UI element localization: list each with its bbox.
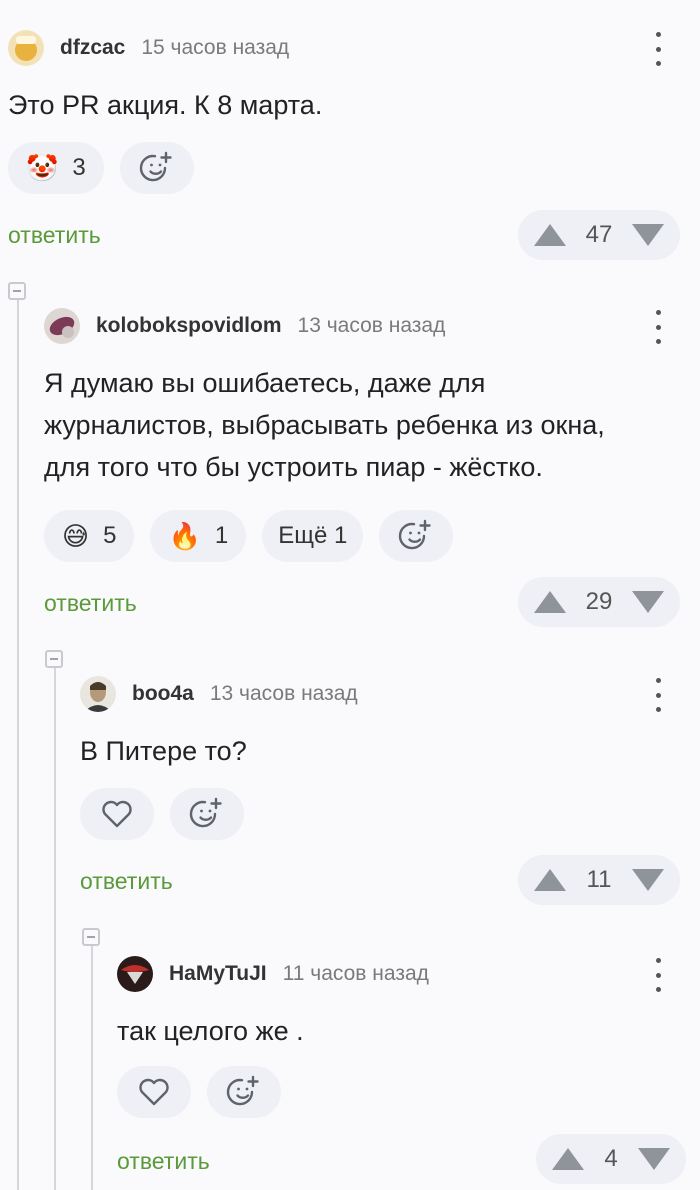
smile-plus-icon xyxy=(399,519,432,550)
comment-header: dfzcac 15 часов назад xyxy=(8,28,289,68)
comment-author[interactable]: boo4a xyxy=(132,682,194,706)
arrow-up-icon[interactable] xyxy=(534,869,566,891)
reply-link[interactable]: ответить xyxy=(80,868,173,895)
vote-widget: 29 xyxy=(518,577,680,627)
vote-widget: 11 xyxy=(518,855,680,905)
arrow-down-icon[interactable] xyxy=(631,591,664,613)
comment-time: 11 часов назад xyxy=(282,962,429,985)
more-vertical-icon[interactable] xyxy=(646,32,670,66)
arrow-up-icon[interactable] xyxy=(534,591,566,613)
add-reaction-button[interactable] xyxy=(170,788,244,840)
comment-header: boo4a 13 часов назад xyxy=(80,674,358,714)
arrow-up-icon[interactable] xyxy=(552,1148,584,1170)
avatar[interactable] xyxy=(44,308,80,344)
thread-line xyxy=(91,946,93,1190)
comment-score: 4 xyxy=(604,1145,618,1172)
reply-link[interactable]: ответить xyxy=(8,222,101,249)
avatar[interactable] xyxy=(117,956,153,992)
comment: kolobokspovidlom 13 часов назад Я думаю … xyxy=(44,306,700,636)
reactions-bar xyxy=(117,1066,297,1118)
heart-icon xyxy=(139,1078,169,1106)
arrow-up-icon[interactable] xyxy=(534,224,566,246)
more-reactions-button[interactable]: Ещё 1 xyxy=(262,510,364,562)
thread-line xyxy=(17,300,19,1190)
comment-header: kolobokspovidlom 13 часов назад xyxy=(44,306,445,346)
comment-text: Это PR акция. К 8 марта. xyxy=(8,90,323,120)
smile-plus-icon xyxy=(226,1075,259,1106)
reply-link[interactable]: ответить xyxy=(44,590,137,617)
comment-author[interactable]: HaMyTuJI xyxy=(169,962,267,986)
comment: dfzcac 15 часов назад Это PR акция. К 8 … xyxy=(8,28,700,268)
comment-time: 15 часов назад xyxy=(141,36,290,59)
more-vertical-icon[interactable] xyxy=(646,310,670,344)
collapse-thread-button[interactable] xyxy=(82,928,100,946)
vote-widget: 47 xyxy=(518,210,680,260)
more-vertical-icon[interactable] xyxy=(646,678,670,712)
thread-line xyxy=(54,668,56,1190)
avatar[interactable] xyxy=(8,30,44,66)
collapse-thread-button[interactable] xyxy=(45,650,63,668)
arrow-down-icon[interactable] xyxy=(637,1148,670,1170)
arrow-down-icon[interactable] xyxy=(631,224,664,246)
arrow-down-icon[interactable] xyxy=(631,869,664,891)
add-reaction-button[interactable] xyxy=(119,142,194,194)
comment-author[interactable]: kolobokspovidlom xyxy=(96,314,282,338)
smile-plus-icon xyxy=(189,797,222,828)
comment-time: 13 часов назад xyxy=(209,682,358,705)
smile-plus-icon xyxy=(139,151,172,182)
reaction-fire[interactable]: 🔥 1 xyxy=(150,510,247,562)
more-vertical-icon[interactable] xyxy=(646,958,670,992)
reactions-bar xyxy=(80,788,260,840)
comment-text: Я думаю вы ошибаетесь, даже для журналис… xyxy=(44,368,605,482)
collapse-thread-button[interactable] xyxy=(8,282,26,300)
avatar[interactable] xyxy=(80,676,116,712)
comment-author[interactable]: dfzcac xyxy=(60,36,125,60)
reaction-sweat-smile[interactable]: 😅 5 xyxy=(44,510,135,562)
reaction-emoji: 🤡 xyxy=(26,152,59,183)
comment-score: 29 xyxy=(585,588,613,615)
reactions-bar: 😅 5 🔥 1 Ещё 1 xyxy=(44,510,469,562)
like-button[interactable] xyxy=(117,1066,191,1118)
add-reaction-button[interactable] xyxy=(207,1066,281,1118)
reaction-emoji: 🔥 xyxy=(168,520,201,551)
comment-text: В Питере то? xyxy=(80,736,247,766)
comment-score: 47 xyxy=(585,221,613,248)
comment-text: так целого же . xyxy=(117,1016,304,1046)
vote-widget: 4 xyxy=(536,1134,686,1184)
reaction-count: 1 xyxy=(214,522,229,549)
comment-time: 13 часов назад xyxy=(297,314,446,337)
heart-icon xyxy=(102,800,132,828)
comment-score: 11 xyxy=(586,866,612,893)
reply-link[interactable]: ответить xyxy=(117,1148,210,1175)
reaction-clown[interactable]: 🤡 3 xyxy=(8,142,104,194)
reaction-count: 3 xyxy=(72,154,86,181)
add-reaction-button[interactable] xyxy=(379,510,454,562)
reaction-count: 5 xyxy=(103,522,117,549)
reaction-emoji: 😅 xyxy=(62,520,90,551)
comment: HaMyTuJI 11 часов назад так целого же . … xyxy=(117,954,700,1190)
comment-header: HaMyTuJI 11 часов назад xyxy=(117,954,429,994)
reactions-bar: 🤡 3 xyxy=(8,142,210,194)
comment: boo4a 13 часов назад В Питере то? ответи… xyxy=(80,674,700,914)
like-button[interactable] xyxy=(80,788,154,840)
